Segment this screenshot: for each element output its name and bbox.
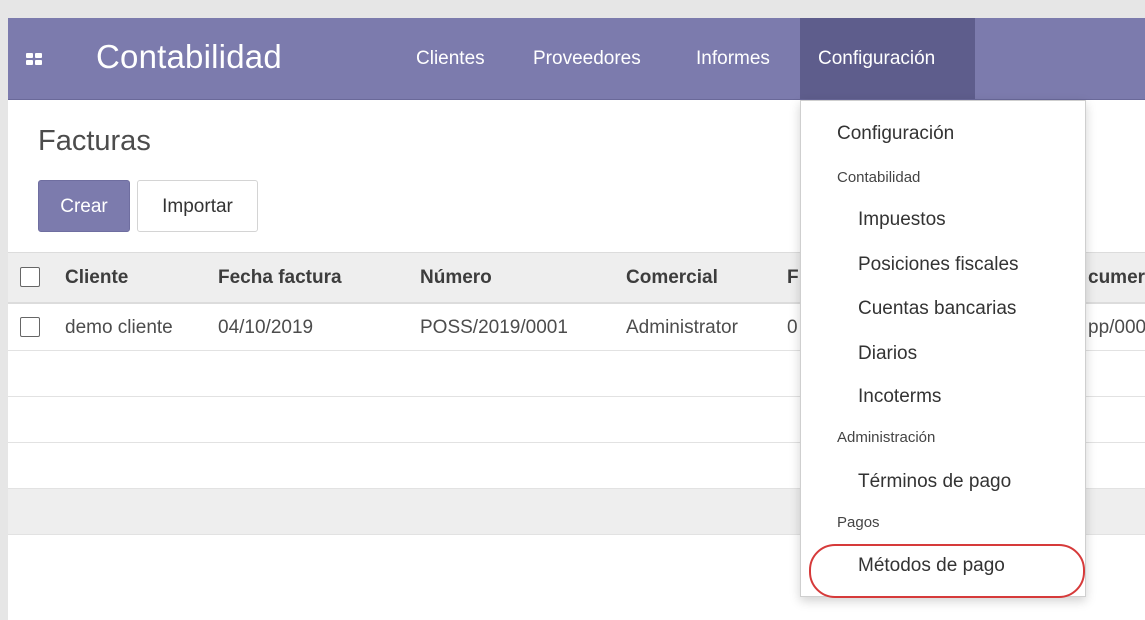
configuracion-dropdown: Configuración Contabilidad Impuestos Pos…: [800, 100, 1086, 598]
nav-configuracion[interactable]: Configuración: [800, 18, 975, 99]
dropdown-item-cuentas-bancarias[interactable]: Cuentas bancarias: [801, 298, 1085, 320]
cell-partial-left: 0: [787, 317, 798, 338]
column-header-documento[interactable]: cumer: [1088, 253, 1145, 303]
dropdown-item-diarios[interactable]: Diarios: [801, 343, 1085, 365]
column-header-partial-f[interactable]: F: [787, 253, 799, 303]
dropdown-header-administracion: Administración: [837, 429, 936, 446]
dropdown-item-posiciones-fiscales[interactable]: Posiciones fiscales: [801, 254, 1085, 276]
nav-proveedores[interactable]: Proveedores: [515, 18, 659, 99]
column-header-numero[interactable]: Número: [420, 253, 492, 303]
cell-numero: POSS/2019/0001: [420, 317, 568, 338]
cell-cliente: demo cliente: [65, 317, 173, 338]
page-title: Facturas: [38, 125, 151, 157]
apps-grid-icon[interactable]: [26, 53, 42, 65]
main-navbar: Contabilidad Clientes Proveedores Inform…: [8, 18, 1145, 100]
import-button[interactable]: Importar: [137, 180, 258, 232]
nav-clientes[interactable]: Clientes: [398, 18, 503, 99]
dropdown-item-terminos-de-pago[interactable]: Términos de pago: [801, 471, 1085, 493]
app-brand[interactable]: Contabilidad: [96, 38, 282, 76]
row-checkbox[interactable]: [20, 317, 40, 337]
dropdown-item-configuracion[interactable]: Configuración: [801, 123, 1085, 145]
column-header-cliente[interactable]: Cliente: [65, 253, 128, 303]
browser-top-strip: [0, 0, 1145, 18]
dropdown-item-impuestos[interactable]: Impuestos: [801, 209, 1085, 231]
cell-comercial: Administrator: [626, 317, 738, 338]
highlight-annotation: [809, 544, 1085, 598]
cell-fecha: 04/10/2019: [218, 317, 314, 338]
column-header-fecha[interactable]: Fecha factura: [218, 253, 342, 303]
column-header-comercial[interactable]: Comercial: [626, 253, 718, 303]
left-edge: [0, 18, 8, 620]
dropdown-header-pagos: Pagos: [837, 514, 880, 531]
app-window: Contabilidad Clientes Proveedores Inform…: [0, 0, 1145, 620]
dropdown-header-contabilidad: Contabilidad: [837, 169, 921, 186]
nav-informes[interactable]: Informes: [678, 18, 788, 99]
cell-partial-right: pp/000: [1088, 317, 1145, 338]
create-button[interactable]: Crear: [38, 180, 130, 232]
select-all-checkbox[interactable]: [20, 267, 40, 287]
dropdown-item-incoterms[interactable]: Incoterms: [801, 386, 1085, 408]
